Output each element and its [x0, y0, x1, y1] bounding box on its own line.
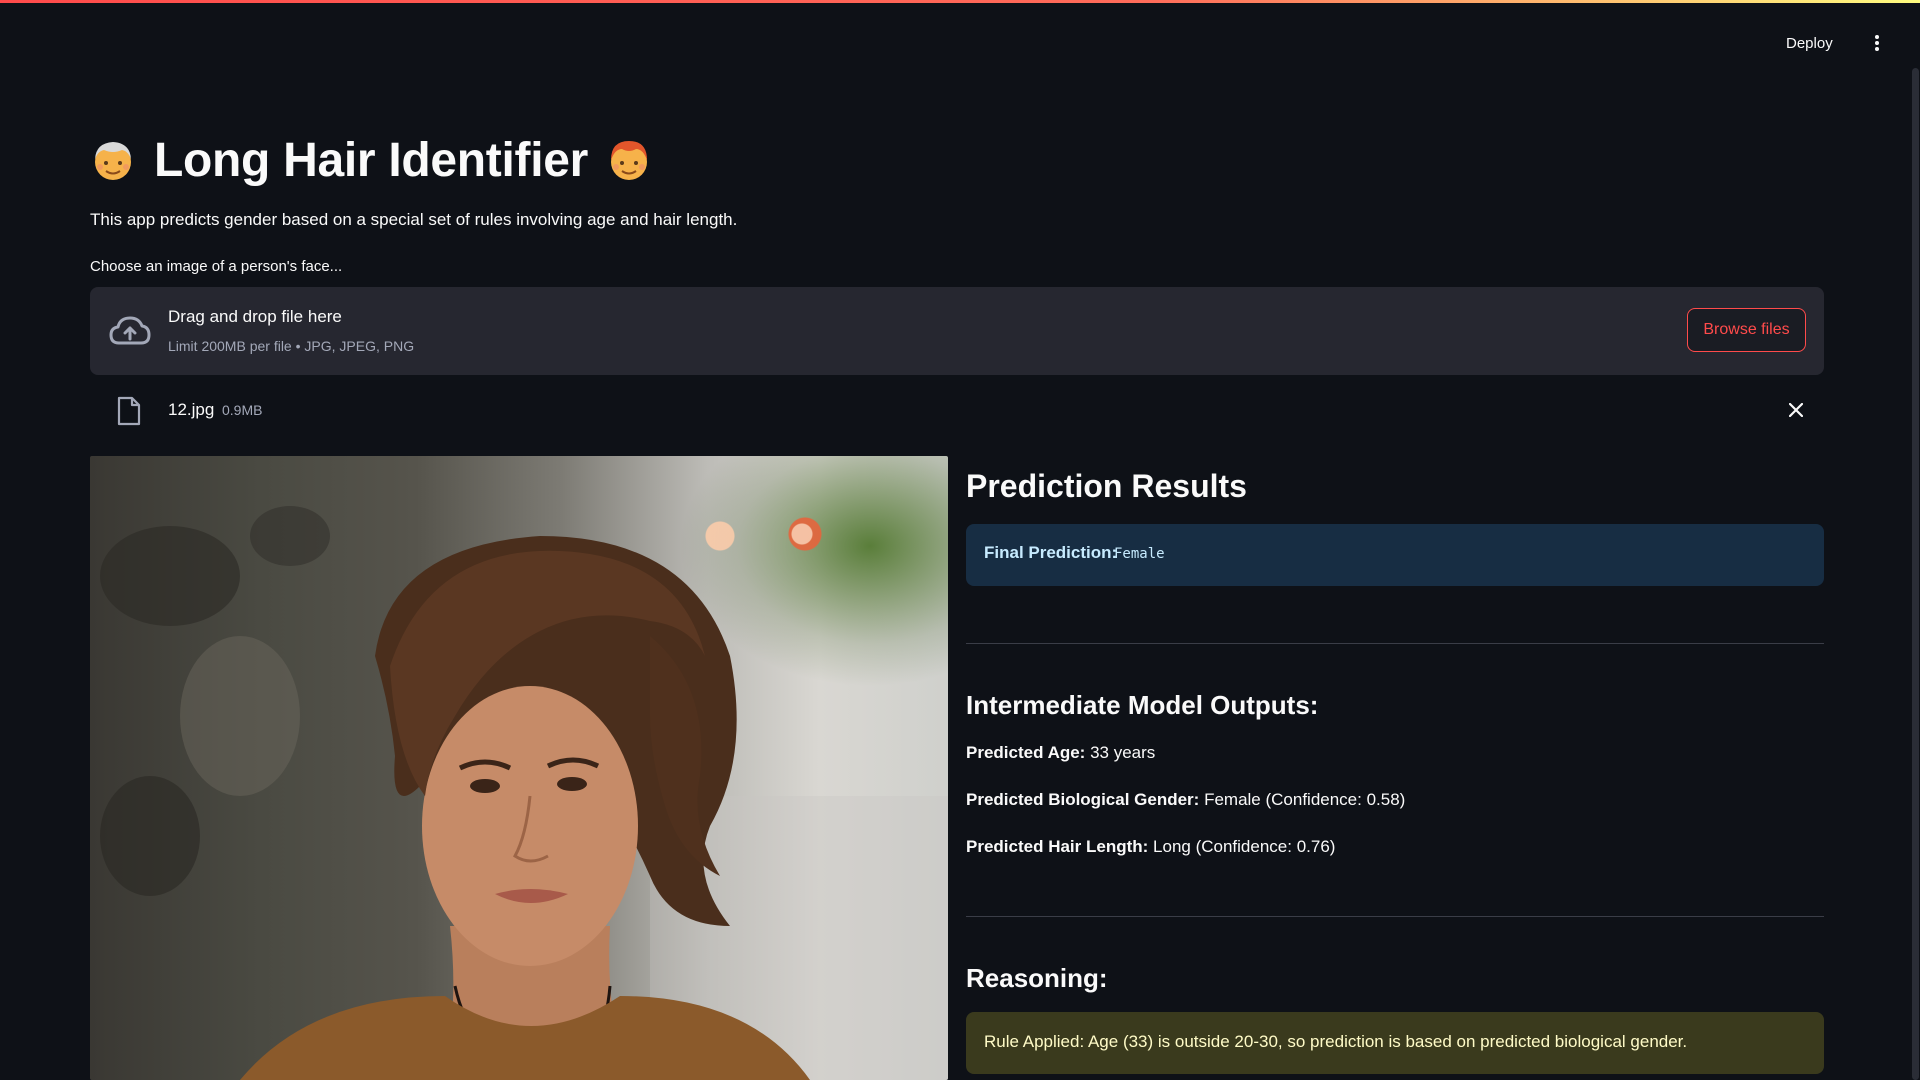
intermediate-heading: Intermediate Model Outputs:: [966, 690, 1319, 720]
file-size: 0.9MB: [222, 402, 263, 418]
uploaded-file-row: 12.jpg 0.9MB: [90, 390, 1824, 430]
kebab-menu-icon[interactable]: [1867, 29, 1887, 57]
rule-applied-text: Rule Applied: Age (33) is outside 20-30,…: [984, 1032, 1688, 1051]
cloud-upload-icon: [109, 316, 151, 345]
page-title-text: Long Hair Identifier: [154, 133, 589, 187]
dropzone-limits: Limit 200MB per file • JPG, JPEG, PNG: [168, 338, 415, 354]
older-person-emoji-icon: [95, 142, 131, 180]
predicted-gender-row: Predicted Biological Gender: Female (Con…: [966, 790, 1405, 810]
file-dropzone[interactable]: Drag and drop file here Limit 200MB per …: [90, 287, 1824, 375]
dropzone-title: Drag and drop file here: [168, 307, 342, 326]
predicted-hair-row: Predicted Hair Length: Long (Confidence:…: [966, 837, 1335, 857]
section-divider: [966, 643, 1824, 644]
app-description: This app predicts gender based on a spec…: [90, 210, 738, 229]
person-red-hair-emoji-icon: [611, 141, 648, 180]
uploaded-image: [90, 456, 948, 1080]
page-title: Long Hair Identifier: [90, 128, 652, 192]
final-prediction-box: Final Prediction: Female: [966, 524, 1824, 586]
predicted-gender-label: Predicted Biological Gender:: [966, 790, 1200, 809]
predicted-age-label: Predicted Age:: [966, 743, 1086, 762]
final-prediction-value: Female: [1114, 546, 1165, 562]
section-divider: [966, 916, 1824, 917]
main-content: Long Hair Identifier This app predicts g…: [90, 0, 1825, 1080]
predicted-gender-value: Female (Confidence: 0.58): [1204, 790, 1406, 809]
reasoning-heading: Reasoning:: [966, 963, 1108, 993]
rule-applied-box: Rule Applied: Age (33) is outside 20-30,…: [966, 1012, 1824, 1074]
predicted-hair-label: Predicted Hair Length:: [966, 837, 1149, 856]
browse-files-button[interactable]: Browse files: [1687, 308, 1806, 352]
predicted-hair-value: Long (Confidence: 0.76): [1153, 837, 1336, 856]
predicted-age-value: 33 years: [1090, 743, 1156, 762]
file-icon: [117, 396, 141, 426]
remove-file-close-icon[interactable]: [1784, 398, 1808, 422]
uploader-label: Choose an image of a person's face...: [90, 258, 343, 275]
predicted-age-row: Predicted Age: 33 years: [966, 743, 1155, 763]
file-name: 12.jpg: [168, 400, 215, 419]
final-prediction-label: Final Prediction:: [984, 543, 1118, 562]
results-heading: Prediction Results: [966, 468, 1247, 504]
scrollbar[interactable]: [1912, 68, 1919, 1080]
